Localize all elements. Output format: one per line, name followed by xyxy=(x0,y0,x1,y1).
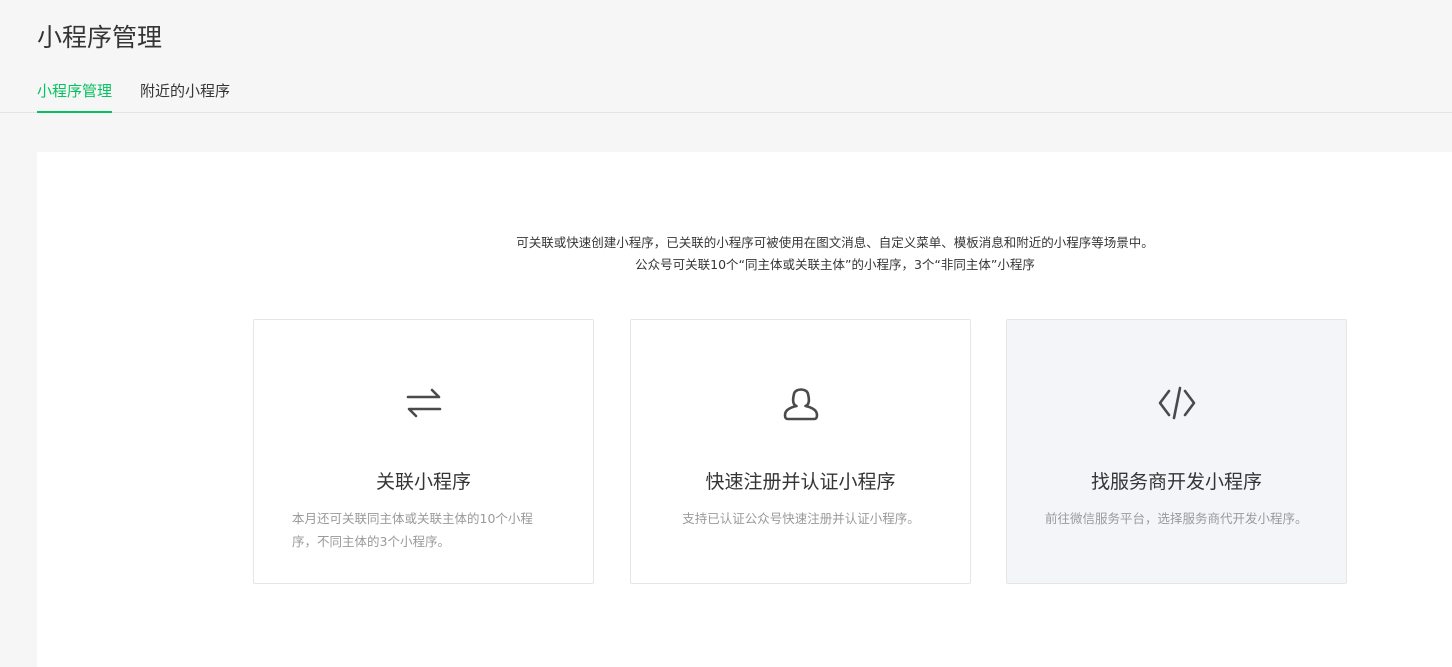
find-provider-card[interactable]: 找服务商开发小程序 前往微信服务平台，选择服务商代开发小程序。 xyxy=(1006,319,1347,584)
card-description: 支持已认证公众号快速注册并认证小程序。 xyxy=(682,511,920,526)
intro-line-2: 公众号可关联10个“同主体或关联主体”的小程序，3个“非同主体”小程序 xyxy=(635,257,1035,272)
tab-miniprogram-management[interactable]: 小程序管理 xyxy=(37,80,113,113)
code-icon xyxy=(1157,383,1197,423)
card-title: 快速注册并认证小程序 xyxy=(705,471,896,493)
link-arrows-icon xyxy=(404,383,444,423)
card-description: 本月还可关联同主体或关联主体的10个小程序，不同主体的3个小程序。 xyxy=(292,511,533,549)
intro-line-1: 可关联或快速创建小程序，已关联的小程序可被使用在图文消息、自定义菜单、模板消息和… xyxy=(516,235,1154,250)
card-title: 找服务商开发小程序 xyxy=(1090,471,1262,493)
main-panel: 可关联或快速创建小程序，已关联的小程序可被使用在图文消息、自定义菜单、模板消息和… xyxy=(37,152,1452,667)
intro-text: 可关联或快速创建小程序，已关联的小程序可被使用在图文消息、自定义菜单、模板消息和… xyxy=(37,232,1452,276)
tab-nearby-miniprograms[interactable]: 附近的小程序 xyxy=(140,80,230,111)
card-description: 前往微信服务平台，选择服务商代开发小程序。 xyxy=(1045,511,1308,526)
quick-register-card[interactable]: 快速注册并认证小程序 支持已认证公众号快速注册并认证小程序。 xyxy=(630,319,971,584)
page: 小程序管理 小程序管理 附近的小程序 可关联或快速创建小程序，已关联的小程序可被… xyxy=(0,0,1452,667)
link-miniprogram-card[interactable]: 关联小程序 本月还可关联同主体或关联主体的10个小程序，不同主体的3个小程序。 xyxy=(253,319,594,584)
page-title: 小程序管理 xyxy=(37,23,163,52)
tab-bar: 小程序管理 附近的小程序 xyxy=(0,72,1452,113)
user-icon xyxy=(781,383,821,423)
card-title: 关联小程序 xyxy=(375,471,471,493)
